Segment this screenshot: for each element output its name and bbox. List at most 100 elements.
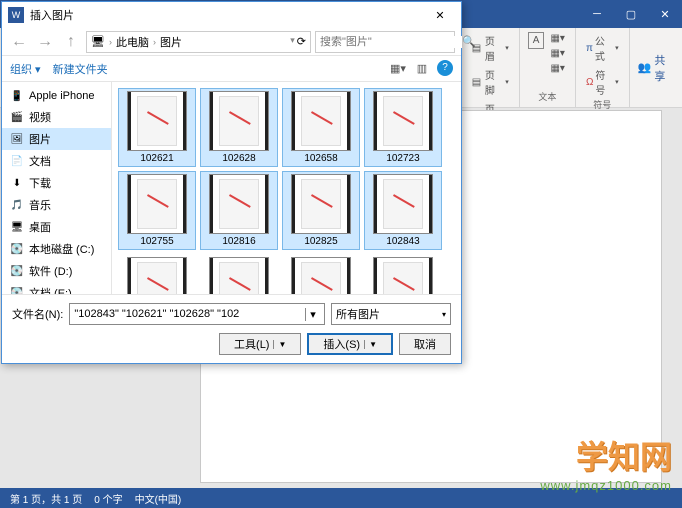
- ribbon-footer[interactable]: ▤页脚▾: [468, 66, 511, 98]
- sidebar-item-label: 文档: [29, 153, 51, 169]
- nav-back-button[interactable]: ←: [8, 31, 30, 53]
- word-close-button[interactable]: ✕: [648, 0, 682, 28]
- sidebar-item-label: 本地磁盘 (C:): [29, 241, 94, 257]
- breadcrumb-pc[interactable]: 此电脑: [116, 34, 149, 50]
- search-icon[interactable]: 🔍: [462, 35, 476, 48]
- cancel-button[interactable]: 取消: [399, 333, 451, 355]
- folder-icon: 🖥: [10, 220, 24, 234]
- sidebar-item[interactable]: 🎬视频: [2, 106, 111, 128]
- thumbnail[interactable]: [282, 254, 360, 294]
- sidebar-item-label: 软件 (D:): [29, 263, 72, 279]
- folder-icon: 🎵: [10, 198, 24, 212]
- refresh-icon[interactable]: ⟳: [297, 35, 306, 48]
- sidebar-item-label: 音乐: [29, 197, 51, 213]
- ribbon-formula[interactable]: π公式▾: [584, 32, 621, 64]
- status-lang[interactable]: 中文(中国): [135, 491, 182, 506]
- sidebar-item-label: 文档 (E:): [29, 285, 72, 294]
- thumbnail-image: [127, 91, 187, 151]
- folder-icon: ⬇: [10, 176, 24, 190]
- new-folder-button[interactable]: 新建文件夹: [53, 61, 108, 77]
- filename-dropdown[interactable]: ▾: [305, 308, 320, 321]
- thumbnail-image: [291, 174, 351, 234]
- preview-button[interactable]: ▥: [413, 60, 431, 78]
- ribbon-text-c[interactable]: ▦▾: [548, 62, 566, 75]
- status-page[interactable]: 第 1 页，共 1 页: [10, 491, 82, 506]
- thumbnail-image: [127, 174, 187, 234]
- word-min-button[interactable]: ─: [580, 0, 614, 28]
- dialog-close-button[interactable]: ✕: [425, 5, 455, 25]
- thumbnail-image: [209, 91, 269, 151]
- organize-button[interactable]: 组织 ▾: [10, 61, 41, 77]
- sidebar: 📱 Apple iPhone 🎬视频🖼图片 📄 文档 ⬇ 下载 🎵 音乐 🖥桌面 💽 本地磁盘 (C:…: [2, 82, 112, 294]
- sidebar-item[interactable]: 💽 软件 (D:): [2, 260, 111, 282]
- ribbon-symbol-group: π公式▾ Ω符号▾ 符号: [576, 28, 630, 107]
- sidebar-item-label: 下载: [29, 175, 51, 191]
- filename-input[interactable]: [74, 308, 305, 320]
- folder-icon: 🖼: [10, 132, 24, 146]
- thumbnail[interactable]: [200, 254, 278, 294]
- file-filter[interactable]: 所有图片▾: [331, 303, 451, 325]
- thumbnail[interactable]: 102755: [118, 171, 196, 250]
- ribbon-textbox[interactable]: A: [528, 32, 545, 49]
- thumbnail-image: [373, 257, 433, 294]
- sidebar-item-label: 视频: [29, 109, 51, 125]
- status-words[interactable]: 0 个字: [94, 491, 122, 506]
- pc-icon: 🖥: [91, 35, 105, 48]
- sidebar-item[interactable]: 🎵 音乐: [2, 194, 111, 216]
- thumbnail[interactable]: 102658: [282, 88, 360, 167]
- thumbnail[interactable]: 102723: [364, 88, 442, 167]
- dialog-toolbar: 组织 ▾ 新建文件夹 ▦▾ ▥ ?: [2, 56, 461, 82]
- thumbnail[interactable]: [364, 254, 442, 294]
- sidebar-item[interactable]: 📱 Apple iPhone: [2, 86, 111, 106]
- folder-icon: 📱: [10, 89, 24, 103]
- tools-button[interactable]: 工具(L)▼: [219, 333, 301, 355]
- search-box[interactable]: 🔍: [315, 31, 455, 53]
- breadcrumb-pics[interactable]: 图片: [160, 34, 182, 50]
- thumbnail-label: 102628: [222, 153, 255, 164]
- word-status-bar: 第 1 页，共 1 页 0 个字 中文(中国): [0, 488, 682, 508]
- thumbnail[interactable]: 102816: [200, 171, 278, 250]
- thumbnail-label: 102816: [222, 236, 255, 247]
- thumbnail-grid[interactable]: 102621 102628 102658 102723 102755 102816 1028…: [112, 82, 461, 294]
- sidebar-item[interactable]: 💽文档 (E:): [2, 282, 111, 294]
- word-icon: W: [8, 7, 24, 23]
- thumbnail-label: 102621: [140, 153, 173, 164]
- sidebar-item[interactable]: 🖥桌面: [2, 216, 111, 238]
- sidebar-item[interactable]: 🖼图片: [2, 128, 111, 150]
- insert-button[interactable]: 插入(S)▼: [307, 333, 393, 355]
- thumbnail[interactable]: 102621: [118, 88, 196, 167]
- ribbon-text-a[interactable]: ▦▾: [548, 32, 566, 45]
- sidebar-item[interactable]: 📄 文档: [2, 150, 111, 172]
- thumbnail[interactable]: 102825: [282, 171, 360, 250]
- sidebar-item[interactable]: 💽 本地磁盘 (C:): [2, 238, 111, 260]
- insert-picture-dialog: W 插入图片 ✕ ← → ↑ 🖥 › 此电脑 › 图片 ▾⟳ 🔍 组织 ▾ 新建…: [1, 1, 462, 364]
- thumbnail-label: 102825: [304, 236, 337, 247]
- folder-icon: 💽: [10, 264, 24, 278]
- thumbnail-image: [373, 91, 433, 151]
- thumbnail[interactable]: 102843: [364, 171, 442, 250]
- dialog-nav: ← → ↑ 🖥 › 此电脑 › 图片 ▾⟳ 🔍: [2, 28, 461, 56]
- breadcrumb[interactable]: 🖥 › 此电脑 › 图片 ▾⟳: [86, 31, 311, 53]
- dialog-titlebar: W 插入图片 ✕: [2, 2, 461, 28]
- thumbnail-label: 102843: [386, 236, 419, 247]
- view-button[interactable]: ▦▾: [389, 60, 407, 78]
- thumbnail-label: 102755: [140, 236, 173, 247]
- help-icon[interactable]: ?: [437, 60, 453, 76]
- sidebar-item-label: Apple iPhone: [29, 90, 94, 102]
- thumbnail-image: [209, 257, 269, 294]
- filename-input-wrap[interactable]: ▾: [69, 303, 325, 325]
- folder-icon: 📄: [10, 154, 24, 168]
- folder-icon: 💽: [10, 242, 24, 256]
- search-input[interactable]: [320, 36, 462, 48]
- nav-forward-button[interactable]: →: [34, 31, 56, 53]
- thumbnail[interactable]: 102628: [200, 88, 278, 167]
- sidebar-item[interactable]: ⬇ 下载: [2, 172, 111, 194]
- nav-up-button[interactable]: ↑: [60, 31, 82, 53]
- share-button[interactable]: 👥共享: [630, 28, 682, 107]
- word-max-button[interactable]: ▢: [614, 0, 648, 28]
- thumbnail-label: 102658: [304, 153, 337, 164]
- ribbon-text-b[interactable]: ▦▾: [548, 47, 566, 60]
- thumbnail[interactable]: [118, 254, 196, 294]
- ribbon-symbol[interactable]: Ω符号▾: [584, 66, 621, 98]
- thumbnail-image: [209, 174, 269, 234]
